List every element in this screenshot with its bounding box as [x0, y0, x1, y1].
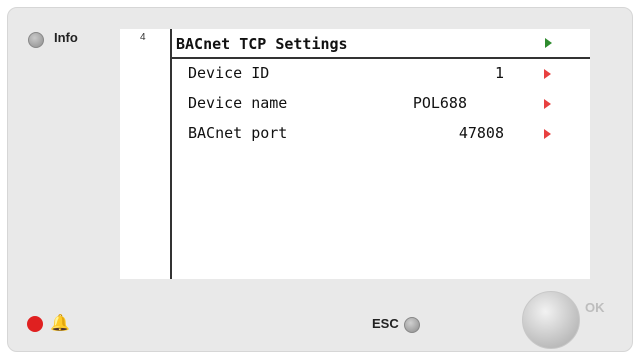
row-label-device-id[interactable]: Device ID [188, 64, 269, 82]
device-name-arrow-icon[interactable] [544, 99, 551, 109]
esc-button[interactable] [404, 317, 420, 333]
alarm-led [27, 316, 43, 332]
ok-button[interactable] [522, 291, 580, 349]
info-label: Info [54, 30, 78, 45]
page-number: 4 [140, 32, 146, 43]
esc-label: ESC [372, 316, 399, 331]
info-button[interactable] [28, 32, 44, 48]
screen-divider-vertical [170, 29, 172, 279]
bell-icon: 🔔 [50, 313, 70, 332]
ok-label: OK [585, 300, 605, 315]
title-arrow-icon[interactable] [545, 38, 552, 48]
row-label-bacnet-port[interactable]: BACnet port [188, 124, 287, 142]
screen-title: BACnet TCP Settings [176, 35, 348, 53]
row-value-bacnet-port: 47808 [458, 124, 504, 142]
row-value-device-name: POL688 [412, 94, 467, 112]
screen-divider-horizontal [170, 57, 590, 59]
bacnet-port-arrow-icon[interactable] [544, 129, 551, 139]
row-value-device-id: 1 [494, 64, 504, 82]
device-id-arrow-icon[interactable] [544, 69, 551, 79]
row-label-device-name[interactable]: Device name [188, 94, 287, 112]
